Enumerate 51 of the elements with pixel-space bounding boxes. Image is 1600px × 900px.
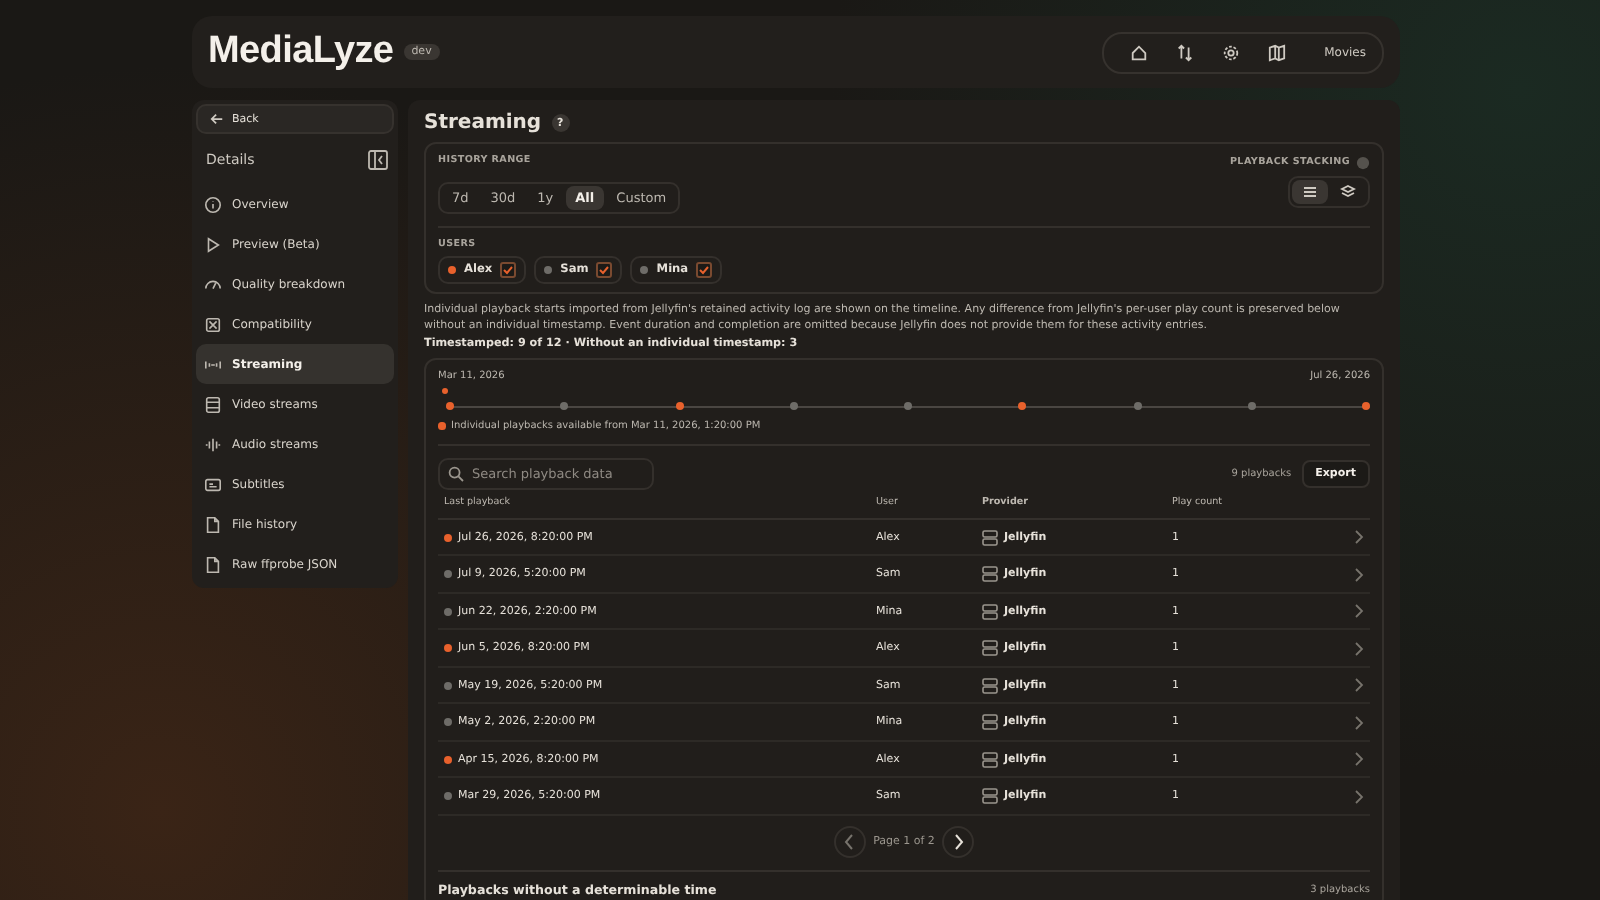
timeline-point[interactable] — [1018, 401, 1027, 410]
collapse-sidebar-icon[interactable] — [368, 150, 388, 170]
server-icon — [982, 677, 998, 694]
server-icon — [982, 714, 998, 731]
server-icon — [982, 566, 998, 583]
timeline-point[interactable] — [1247, 401, 1256, 410]
crossed-box-icon — [204, 315, 222, 333]
chevron-right-icon — [1354, 789, 1364, 804]
chevron-left-icon — [844, 833, 855, 850]
subtitles-icon — [204, 475, 222, 493]
server-icon — [982, 788, 998, 805]
timeline-point[interactable] — [789, 401, 798, 410]
chevron-right-icon — [1354, 678, 1364, 693]
chevron-right-icon — [1354, 604, 1364, 619]
user-checkbox[interactable] — [696, 262, 713, 278]
chevron-right-icon — [953, 833, 964, 850]
chevron-right-icon — [1354, 567, 1364, 582]
chevron-right-icon — [1354, 530, 1364, 545]
chevron-right-icon — [1354, 715, 1364, 730]
document-icon — [204, 515, 222, 533]
legend-dot — [438, 422, 445, 430]
list-icon — [1302, 184, 1318, 200]
chevron-right-icon — [1354, 752, 1364, 767]
timeline-point[interactable] — [446, 401, 454, 410]
next-page-button[interactable] — [942, 825, 975, 858]
timeline-point[interactable] — [904, 401, 912, 410]
back-arrow-icon — [210, 112, 224, 126]
previous-page-button[interactable] — [833, 825, 866, 858]
server-icon — [982, 529, 998, 546]
timeline-point[interactable] — [1133, 401, 1141, 410]
film-icon — [204, 395, 222, 413]
list-view-button[interactable] — [1292, 180, 1328, 204]
timeline-point[interactable] — [1362, 401, 1370, 410]
timeline-point[interactable] — [560, 401, 569, 410]
chevron-right-icon — [1354, 641, 1364, 656]
play-icon — [204, 235, 222, 253]
user-checkbox[interactable] — [500, 262, 517, 278]
user-checkbox[interactable] — [596, 262, 613, 278]
signal-icon — [204, 355, 222, 373]
gauge-icon — [204, 275, 222, 293]
server-icon — [982, 603, 998, 620]
app-logo[interactable]: MediaLyze — [208, 30, 394, 74]
server-icon — [982, 751, 998, 768]
search-icon — [448, 465, 464, 482]
page-title: Streaming — [424, 112, 542, 134]
waveform-icon — [204, 435, 222, 453]
start-marker-icon — [442, 387, 448, 394]
layers-icon — [1340, 184, 1356, 200]
document-icon — [204, 555, 222, 573]
server-icon — [982, 640, 998, 657]
timeline-point[interactable] — [675, 401, 683, 410]
